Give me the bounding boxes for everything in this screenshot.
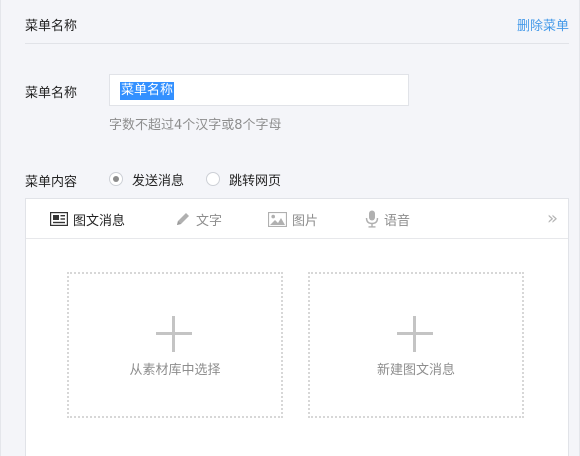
pencil-icon xyxy=(177,213,189,225)
tab-voice-label: 语音 xyxy=(384,213,411,229)
tab-news-label: 图文消息 xyxy=(73,213,126,229)
message-type-tabs: 图文消息 文字 图片 语音 » xyxy=(26,199,568,239)
radio-selected-indicator xyxy=(109,172,123,186)
tab-image[interactable]: 图片 xyxy=(268,209,318,229)
menu-content-label: 菜单内容 xyxy=(25,175,78,190)
tab-voice[interactable]: 语音 xyxy=(365,209,410,229)
select-from-library-label: 从素材库中选择 xyxy=(129,363,221,378)
microphone-icon xyxy=(365,210,379,228)
radio-jump-webpage[interactable]: 跳转网页 xyxy=(206,170,282,189)
menu-name-input[interactable]: 菜单名称 xyxy=(109,74,409,106)
create-news-card[interactable]: 新建图文消息 xyxy=(308,272,524,418)
radio-unselected-indicator xyxy=(206,172,220,186)
radio-jump-webpage-label: 跳转网页 xyxy=(229,173,282,189)
double-chevron-right-icon[interactable]: » xyxy=(547,208,558,229)
menu-edit-panel: 菜单名称 删除菜单 菜单名称 菜单名称 字数不超过4个汉字或8个字母 菜单内容 … xyxy=(0,0,580,456)
panel-header: 菜单名称 删除菜单 xyxy=(25,0,569,44)
radio-send-message[interactable]: 发送消息 xyxy=(109,170,185,189)
news-icon xyxy=(50,212,68,226)
panel-title: 菜单名称 xyxy=(25,19,78,34)
tab-text[interactable]: 文字 xyxy=(175,209,222,229)
create-news-label: 新建图文消息 xyxy=(376,363,455,378)
plus-icon xyxy=(156,316,192,352)
menu-name-value: 菜单名称 xyxy=(120,82,175,100)
plus-icon xyxy=(397,316,433,352)
image-icon xyxy=(268,211,287,227)
radio-send-message-label: 发送消息 xyxy=(132,173,185,189)
menu-name-hint: 字数不超过4个汉字或8个字母 xyxy=(109,118,282,133)
tab-image-label: 图片 xyxy=(292,213,319,229)
tab-news[interactable]: 图文消息 xyxy=(50,209,125,229)
delete-menu-link[interactable]: 删除菜单 xyxy=(517,15,569,34)
menu-name-label: 菜单名称 xyxy=(25,86,78,101)
tab-text-label: 文字 xyxy=(196,213,223,229)
message-editor: 图文消息 文字 图片 语音 » 从素材库中选择 新建图文消息 xyxy=(25,198,569,456)
select-from-library-card[interactable]: 从素材库中选择 xyxy=(67,272,283,418)
